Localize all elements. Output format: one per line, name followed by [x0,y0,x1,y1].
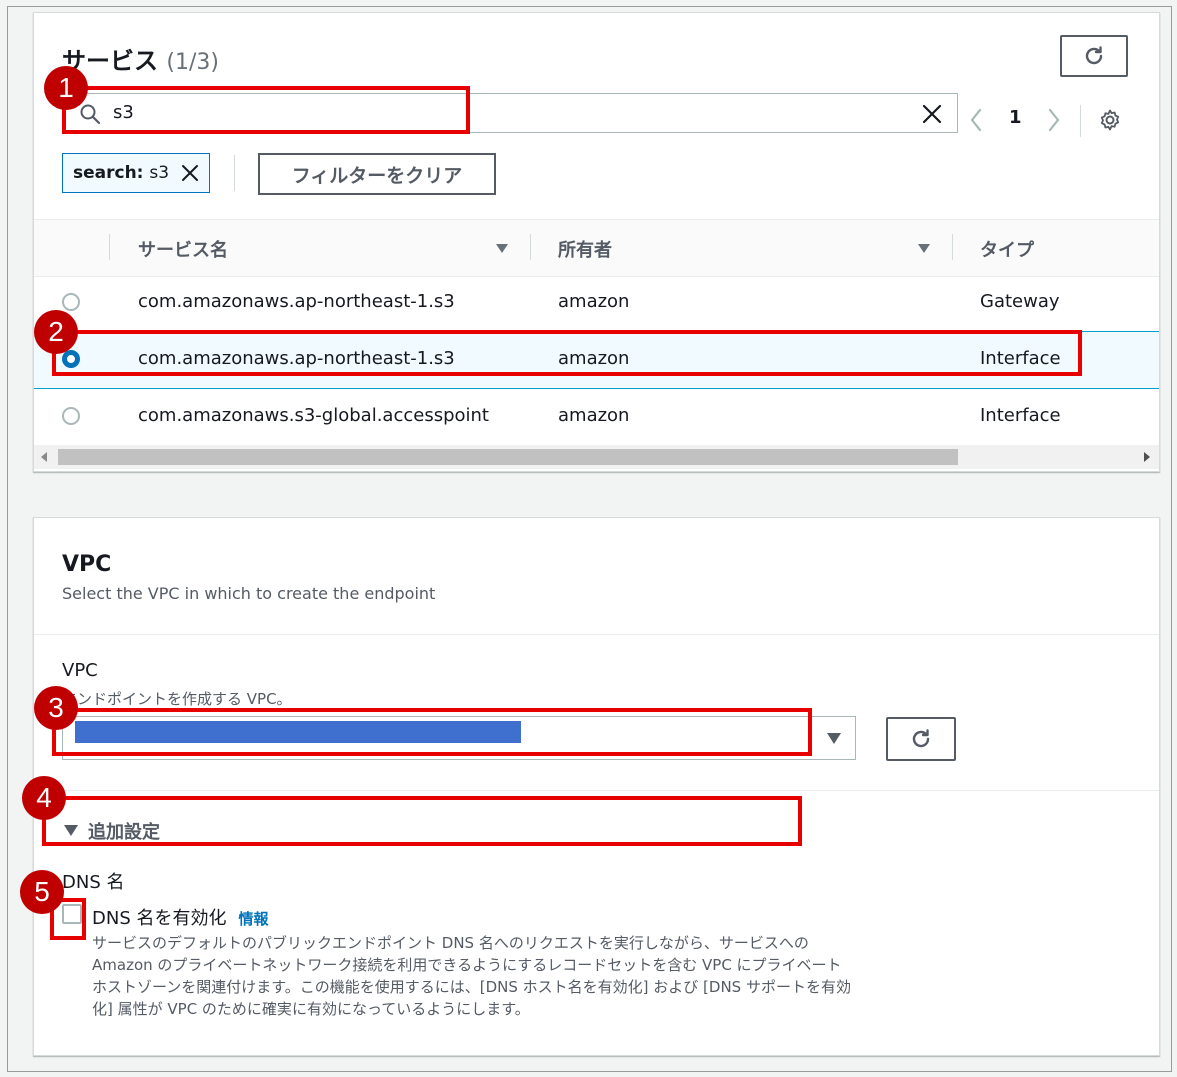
dns-checkbox-label: DNS 名を有効化 情報 [92,908,269,929]
annotation-box-1 [62,86,470,134]
previous-page-icon[interactable] [968,107,984,133]
vpc-section-description: Select the VPC in which to create the en… [62,584,436,603]
row-radio[interactable] [62,407,80,425]
chevron-down-icon [827,733,841,744]
vpc-field-description: エンドポイントを作成する VPC。 [62,690,292,708]
services-panel: サービス (1/3) s3 1 search: s3 フィルターをクリア サービ… [33,12,1160,472]
gear-icon[interactable] [1098,108,1122,132]
clear-filters-button[interactable]: フィルターをクリア [258,153,496,195]
vpc-refresh-button[interactable] [886,717,956,761]
remove-filter-icon[interactable] [181,164,199,182]
refresh-icon [1085,46,1103,65]
annotation-box-2 [52,330,1082,376]
section-divider [34,790,1159,791]
dns-description: サービスのデフォルトのパブリックエンドポイント DNS 名へのリクエストを実行し… [92,934,851,1018]
clear-search-icon[interactable] [921,103,943,125]
services-refresh-button[interactable] [1060,35,1128,77]
scrollbar-thumb[interactable] [58,449,958,465]
current-page[interactable]: 1 [1009,107,1022,128]
row-radio[interactable] [62,293,80,311]
column-separator [530,234,531,260]
scroll-right-icon[interactable] [1143,452,1151,462]
sort-icon[interactable] [918,244,930,253]
column-header-owner[interactable]: 所有者 [558,236,612,262]
table-row[interactable]: com.amazonaws.s3-global.accesspoint amaz… [34,389,1159,446]
services-title: サービス (1/3) [62,47,219,75]
annotation-badge-4: 4 [22,776,66,820]
vpc-panel: VPC Select the VPC in which to create th… [33,517,1160,1056]
next-page-icon[interactable] [1046,107,1062,133]
annotation-badge-1: 1 [44,66,88,110]
pager-divider [1080,105,1081,137]
column-separator [952,234,953,260]
service-name-cell: com.amazonaws.ap-northeast-1.s3 [138,291,455,312]
service-name-cell: com.amazonaws.s3-global.accesspoint [138,405,489,426]
table-row[interactable]: com.amazonaws.ap-northeast-1.s3 amazon G… [34,275,1159,332]
refresh-icon [912,729,930,748]
vpc-field-label: VPC [62,660,98,681]
owner-cell: amazon [558,291,630,312]
column-header-type[interactable]: タイプ [980,236,1034,262]
owner-cell: amazon [558,405,630,426]
annotation-badge-2: 2 [34,310,78,354]
column-separator [109,234,110,260]
annotation-box-3 [52,708,812,756]
column-header-service-name[interactable]: サービス名 [138,236,228,262]
filter-token: search: s3 [62,153,211,193]
section-divider [34,634,1159,635]
type-cell: Interface [980,405,1061,426]
sort-icon[interactable] [496,244,508,253]
services-count: (1/3) [166,50,219,75]
type-cell: Gateway [980,291,1060,312]
table-header: サービス名 所有者 タイプ [34,219,1159,277]
filter-divider [234,155,235,191]
annotation-badge-5: 5 [20,870,64,914]
annotation-box-4 [42,796,802,846]
horizontal-scrollbar[interactable] [34,445,1159,469]
vpc-section-title: VPC [62,552,112,577]
info-link[interactable]: 情報 [238,910,268,928]
scroll-left-icon[interactable] [40,452,48,462]
dns-section-label: DNS 名 [62,872,125,893]
annotation-badge-3: 3 [34,686,78,730]
